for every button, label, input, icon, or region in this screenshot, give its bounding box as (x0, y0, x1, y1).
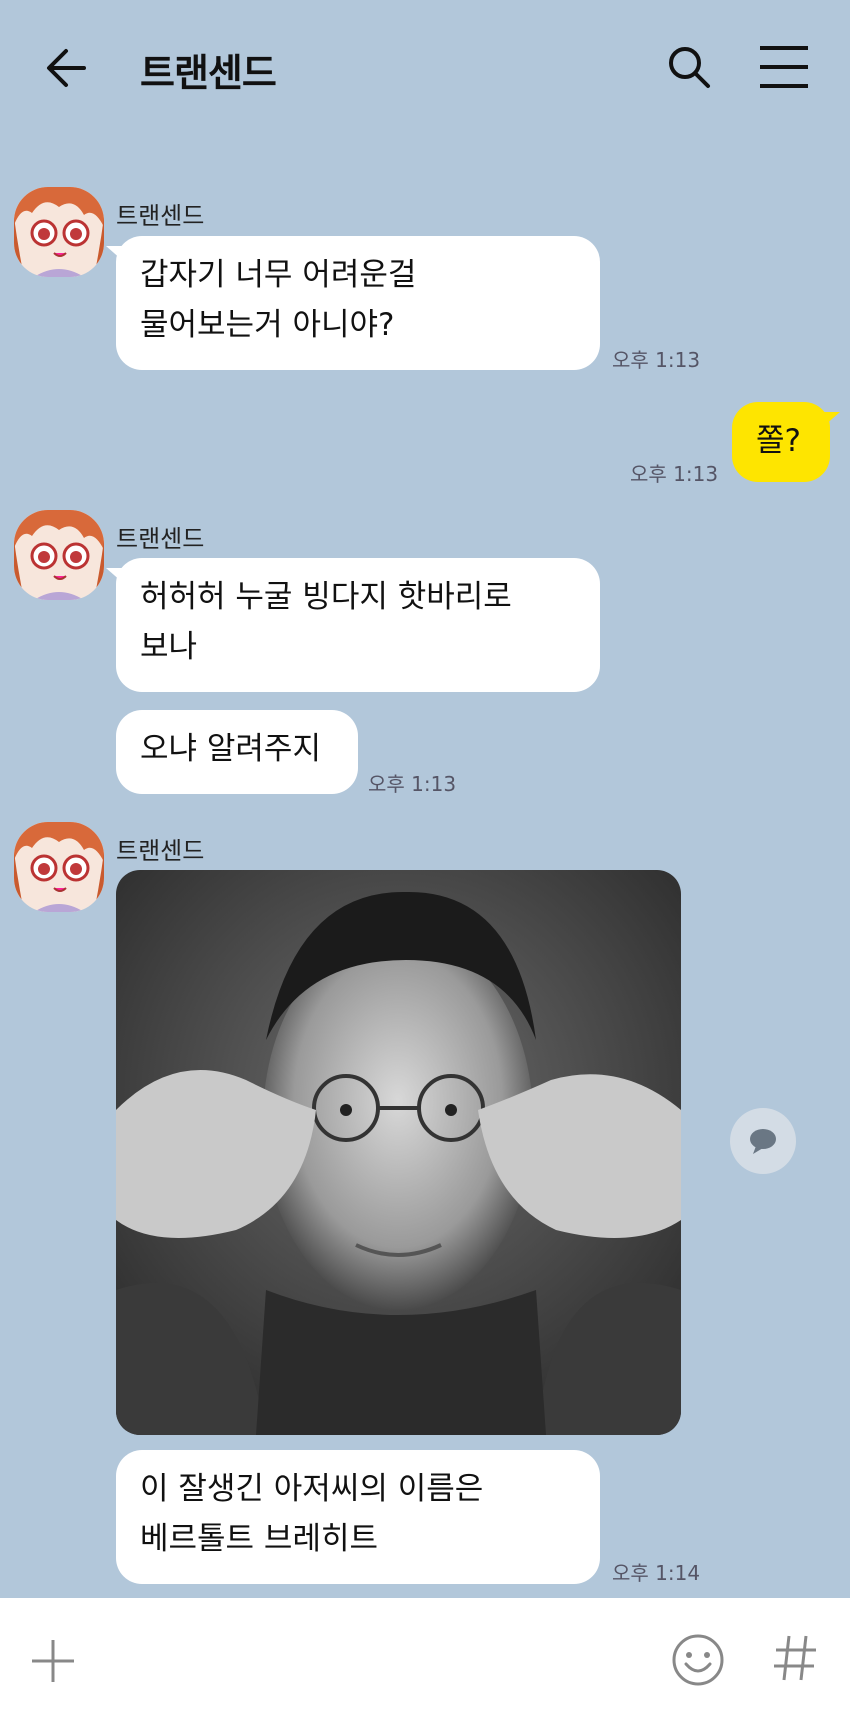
attach-button[interactable] (30, 1638, 76, 1684)
comment-button[interactable] (730, 1108, 796, 1174)
message-bubble[interactable]: 갑자기 너무 어려운걸 물어보는거 아니야? (106, 236, 600, 370)
sender-avatar[interactable] (14, 822, 104, 912)
message-line: 보나 (140, 629, 198, 665)
sender-avatar[interactable] (14, 187, 104, 277)
message-text: 오냐 알려주지 (140, 731, 321, 767)
message-line: 갑자기 너무 어려운걸 (140, 257, 417, 293)
message-line: 허허허 누굴 빙다지 핫바리로 (140, 579, 512, 615)
chat-title: 트랜센드 (140, 51, 277, 95)
sender-avatar[interactable] (14, 510, 104, 600)
message-text: 쫄? (756, 423, 801, 459)
message-time: 오후 1:14 (612, 1561, 701, 1585)
sender-name: 트랜센드 (116, 525, 205, 553)
shared-photo[interactable] (116, 870, 681, 1435)
hashtag-button[interactable] (772, 1630, 818, 1686)
message-bubble[interactable]: 이 잘생긴 아저씨의 이름은 베르톨트 브레히트 (116, 1450, 600, 1584)
avatar-image (14, 822, 104, 912)
message-line: 물어보는거 아니야? (140, 307, 395, 343)
chat-header: 트랜센드 (0, 0, 850, 135)
message-line: 베르톨트 브레히트 (140, 1521, 379, 1557)
hamburger-menu-icon (760, 46, 808, 88)
avatar-image (14, 510, 104, 600)
back-button[interactable] (40, 40, 96, 96)
search-icon (669, 47, 710, 88)
message-time: 오후 1:13 (612, 348, 701, 372)
smiley-icon (672, 1634, 724, 1686)
message-line: 이 잘생긴 아저씨의 이름은 (140, 1471, 484, 1507)
arrow-left-icon (47, 49, 86, 87)
message-time: 오후 1:13 (368, 772, 457, 796)
my-message-bubble[interactable]: 쫄? (732, 402, 840, 482)
portrait-photo (116, 870, 681, 1435)
speech-bubble-icon (750, 1129, 776, 1154)
message-time: 오후 1:13 (630, 462, 719, 486)
sender-name: 트랜센드 (116, 202, 205, 230)
emoji-button[interactable] (670, 1632, 726, 1688)
search-button[interactable] (664, 42, 714, 92)
menu-button[interactable] (758, 44, 810, 90)
sender-name: 트랜센드 (116, 837, 205, 865)
plus-icon (32, 1640, 74, 1682)
message-bubble[interactable]: 오냐 알려주지 (116, 710, 358, 794)
message-bubble[interactable]: 허허허 누굴 빙다지 핫바리로 보나 (106, 558, 600, 692)
avatar-image (14, 187, 104, 277)
hash-icon (774, 1635, 816, 1681)
